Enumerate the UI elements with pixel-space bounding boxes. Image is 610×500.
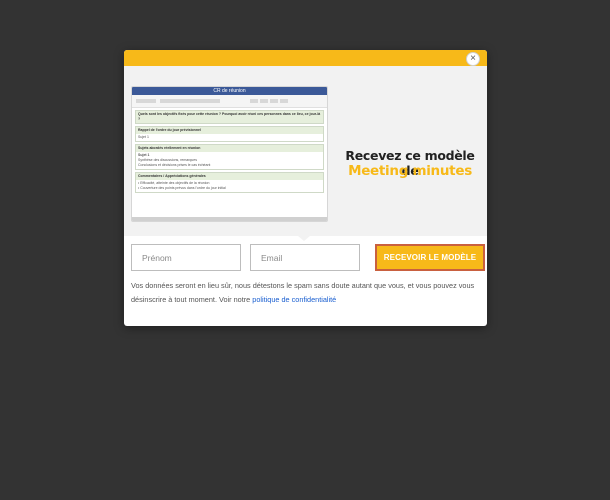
preview-section: Commentaires / Appréciations générales •… bbox=[135, 172, 324, 193]
privacy-policy-link[interactable]: politique de confidentialité bbox=[252, 295, 336, 304]
modal-headline-accent: Meeting minutes bbox=[348, 163, 472, 179]
preview-line: • Couverture des points prévus dans l'or… bbox=[138, 186, 226, 190]
preview-toolbar bbox=[132, 95, 327, 108]
privacy-disclaimer: Vos données seront en lieu sûr, nous dét… bbox=[131, 279, 481, 307]
preview-section-header: Sujets abordés réellement en réunion bbox=[136, 145, 323, 152]
preview-section: Sujets abordés réellement en réunion Suj… bbox=[135, 144, 324, 170]
email-input[interactable] bbox=[250, 244, 360, 271]
preview-section-body: • Efficacité, atteinte des objectifs de … bbox=[136, 180, 323, 192]
first-name-input[interactable] bbox=[131, 244, 241, 271]
preview-section: Rappel de l'ordre du jour prévisionnel S… bbox=[135, 126, 324, 142]
preview-section-header: Quels sont les objectifs fixés pour cett… bbox=[136, 111, 323, 123]
modal-hero: CR de réunion Quels sont les objectifs f… bbox=[124, 66, 487, 236]
hero-notch bbox=[298, 236, 310, 241]
preview-titlebar: CR de réunion bbox=[132, 87, 327, 102]
preview-line: Conclusions et décisions prises le cas é… bbox=[138, 163, 211, 167]
preview-section: Quels sont les objectifs fixés pour cett… bbox=[135, 110, 324, 124]
preview-footer bbox=[132, 217, 327, 221]
close-icon[interactable]: × bbox=[466, 52, 480, 66]
preview-section-body: Sujet 1 bbox=[136, 134, 323, 141]
template-preview-image: CR de réunion Quels sont les objectifs f… bbox=[131, 86, 328, 222]
preview-section-header: Rappel de l'ordre du jour prévisionnel bbox=[136, 127, 323, 134]
preview-section-header: Commentaires / Appréciations générales bbox=[136, 173, 323, 180]
preview-section-body: Sujet 1 Synthèse des discussions, remarq… bbox=[136, 152, 323, 169]
preview-window-title: CR de réunion bbox=[213, 88, 246, 94]
submit-button[interactable]: RECEVOIR LE MODÈLE bbox=[375, 244, 485, 271]
modal-top-bar bbox=[124, 50, 487, 66]
signup-modal: × CR de réunion Quels sont les objectifs… bbox=[124, 50, 487, 326]
